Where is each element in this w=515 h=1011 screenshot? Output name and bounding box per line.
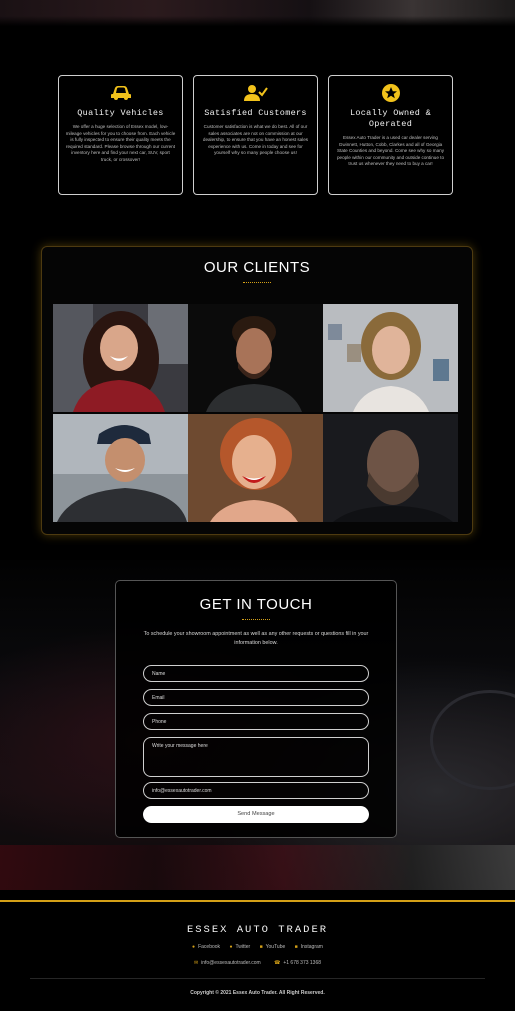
message-textarea[interactable]: Write your message here [143, 737, 369, 777]
contact-form-section: GET IN TOUCH To schedule your showroom a… [115, 580, 397, 838]
feature-title: Satisfied Customers [204, 108, 307, 118]
footer-phone-link[interactable]: ☎ +1 678 373 1368 [274, 960, 321, 966]
our-clients-section: OUR CLIENTS [41, 246, 473, 535]
feature-card-quality: Quality Vehicles We offer a huge selecti… [58, 75, 183, 195]
footer-brand: ESSEX AUTO TRADER [186, 924, 329, 936]
name-field[interactable]: Name [143, 665, 369, 682]
star-badge-icon [335, 82, 446, 104]
contact-intro-text: To schedule your showroom appointment as… [143, 631, 369, 646]
client-photo [323, 304, 458, 412]
section-title: GET IN TOUCH [199, 596, 313, 613]
title-divider [243, 282, 271, 283]
send-message-button[interactable]: Send Message [143, 806, 369, 823]
client-photo [188, 304, 323, 412]
user-check-icon [200, 82, 311, 104]
feature-description: Customer satisfaction is what we do best… [202, 124, 309, 156]
client-photo-grid [53, 304, 459, 522]
title-divider [242, 619, 270, 620]
feature-description: We offer a huge selection of Essex model… [65, 124, 176, 162]
client-photo [53, 304, 188, 412]
features-section: Quality Vehicles We offer a huge selecti… [58, 75, 454, 195]
youtube-link[interactable]: ■ YouTube [260, 944, 286, 950]
phone-field[interactable]: Phone [143, 713, 369, 730]
feature-card-customers: Satisfied Customers Customer satisfactio… [193, 75, 318, 195]
instagram-link[interactable]: ■ Instagram [295, 944, 323, 950]
feature-title: Locally Owned & Operated [349, 108, 431, 129]
feature-description: Essex Auto Trader is a used car dealer s… [337, 135, 444, 167]
footer: ESSEX AUTO TRADER ● Facebook ● Twitter ■ Yo… [0, 902, 515, 1011]
twitter-link[interactable]: ● Twitter [229, 944, 250, 950]
client-photo [188, 414, 323, 522]
recipient-email-field[interactable]: info@essexautotrader.com [143, 782, 369, 799]
envelope-icon: ✉ [193, 960, 199, 966]
footer-email-link[interactable]: ✉ info@essexautotrader.com [194, 960, 261, 966]
car-icon [65, 82, 176, 104]
twitter-icon: ● [229, 944, 233, 950]
hero-image-strip [0, 0, 515, 26]
section-title: OUR CLIENTS [203, 259, 311, 276]
client-photo [323, 414, 458, 522]
feature-card-local: Locally Owned & Operated Essex Auto Trad… [328, 75, 453, 195]
client-photo [53, 414, 188, 522]
facebook-icon: ● [192, 944, 196, 950]
social-links: ● Facebook ● Twitter ■ YouTube ■ Instagram [0, 944, 515, 950]
email-field[interactable]: Email [143, 689, 369, 706]
phone-icon: ☎ [274, 960, 281, 966]
footer-divider [30, 978, 485, 979]
facebook-link[interactable]: ● Facebook [192, 944, 220, 950]
footer-contact-info: ✉ info@essexautotrader.com ☎ +1 678 373 13… [0, 960, 515, 966]
instagram-icon: ■ [294, 944, 298, 950]
feature-title: Quality Vehicles [77, 108, 164, 118]
youtube-icon: ■ [259, 944, 263, 950]
copyright-text: Copyright © 2021 Essex Auto Trader. All … [190, 990, 325, 996]
